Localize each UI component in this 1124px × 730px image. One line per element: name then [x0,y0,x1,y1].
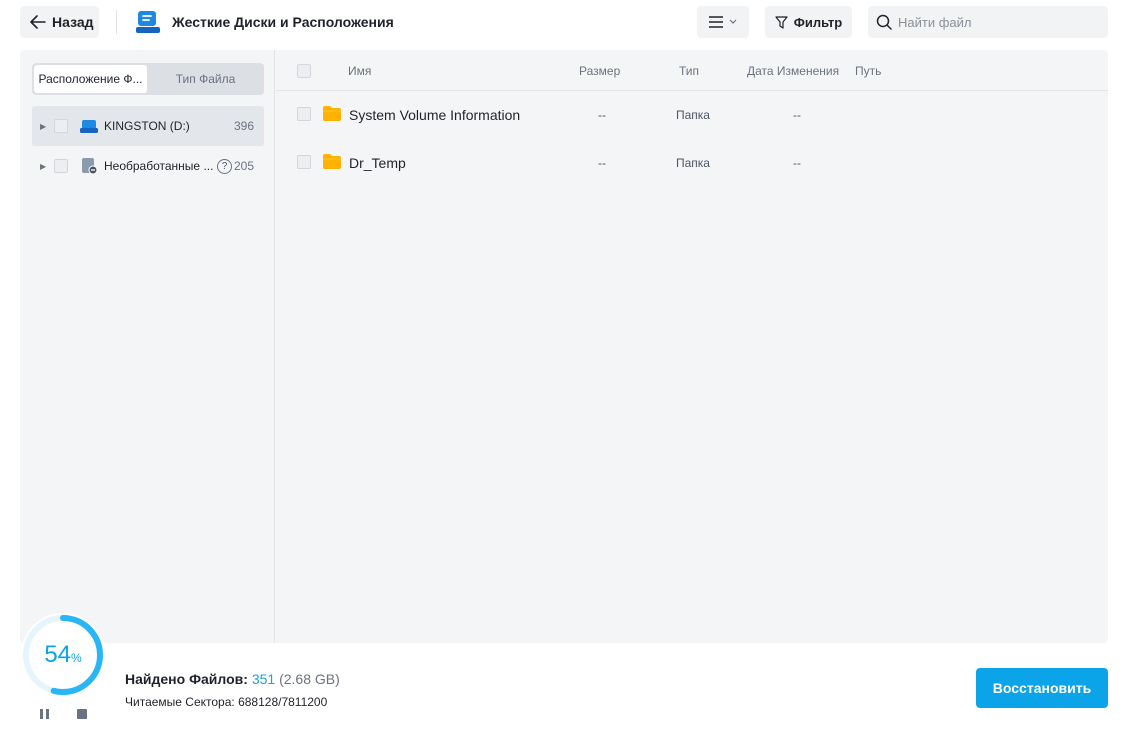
lost-partition-icon [80,157,98,175]
row-checkbox[interactable] [297,107,311,121]
tree-item-unprocessed[interactable]: ▶ Необработанные ... ? 205 [32,146,264,186]
expand-caret-icon[interactable]: ▶ [40,162,48,171]
column-modified[interactable]: Дата Изменения [747,64,839,78]
tab-location[interactable]: Расположение Ф... [34,65,147,93]
table-row[interactable]: Dr_Temp -- Папка -- [276,141,1108,185]
search-input[interactable] [898,14,1098,30]
file-type: Папка [676,156,710,170]
list-icon [709,16,723,28]
file-name: Dr_Temp [349,155,406,171]
search-box[interactable] [868,6,1108,38]
sidebar-tabs: Расположение Ф... Тип Файла [32,63,264,95]
sidebar: Расположение Ф... Тип Файла ▶ KINGSTON (… [20,50,275,643]
drive-icon [80,119,98,133]
file-size: -- [598,156,606,170]
column-name[interactable]: Имя [348,64,371,78]
found-size: (2.68 GB) [279,671,340,687]
column-path[interactable]: Путь [855,64,881,78]
help-icon[interactable]: ? [217,158,232,174]
column-type[interactable]: Тип [679,64,699,78]
tree-item-label: Необработанные ... [104,159,214,173]
select-all-checkbox[interactable] [297,64,311,78]
back-button[interactable]: Назад [20,6,99,38]
tree-checkbox[interactable] [54,119,68,133]
file-modified: -- [793,156,801,170]
table-row[interactable]: System Volume Information -- Папка -- [276,93,1108,137]
file-list: Имя Размер Тип Дата Изменения Путь Syste… [276,50,1108,643]
tree-item-kingston[interactable]: ▶ KINGSTON (D:) 396 [32,106,264,146]
tab-file-type[interactable]: Тип Файла [149,65,262,93]
funnel-icon [775,15,788,29]
files-found: Найдено Файлов: 351 (2.68 GB) [125,671,340,687]
expand-caret-icon[interactable]: ▶ [40,122,48,131]
footer: Найдено Файлов: 351 (2.68 GB) Читаемые С… [0,643,1124,730]
column-size[interactable]: Размер [579,64,620,78]
file-type: Папка [676,108,710,122]
file-name: System Volume Information [349,107,521,123]
view-mode-button[interactable] [697,6,749,38]
hard-drive-icon [135,10,161,39]
table-header: Имя Размер Тип Дата Изменения Путь [276,50,1108,91]
folder-icon [322,153,342,173]
filter-button[interactable]: Фильтр [765,6,852,38]
recover-button[interactable]: Восстановить [976,668,1108,708]
tree-checkbox[interactable] [54,159,68,173]
sectors-read: Читаемые Сектора: 688128/7811200 [125,695,328,709]
row-checkbox[interactable] [297,155,311,169]
page-title: Жесткие Диски и Расположения [172,14,394,30]
folder-icon [322,105,342,125]
search-icon [876,14,892,30]
header-divider [116,10,117,34]
tree-item-count: 205 [233,159,254,173]
chevron-down-icon [729,19,737,24]
found-count: 351 [251,671,276,687]
file-modified: -- [793,108,801,122]
top-bar: Назад Жесткие Диски и Расположения Фильт… [0,0,1124,46]
main-panel: Расположение Ф... Тип Файла ▶ KINGSTON (… [20,50,1108,643]
arrow-left-icon [30,15,46,29]
filter-button-label: Фильтр [793,14,843,30]
tree-item-label: KINGSTON (D:) [104,119,190,133]
file-size: -- [598,108,606,122]
back-button-label: Назад [52,14,94,30]
found-label: Найдено Файлов: [125,671,248,687]
tree-item-count: 396 [233,119,254,133]
